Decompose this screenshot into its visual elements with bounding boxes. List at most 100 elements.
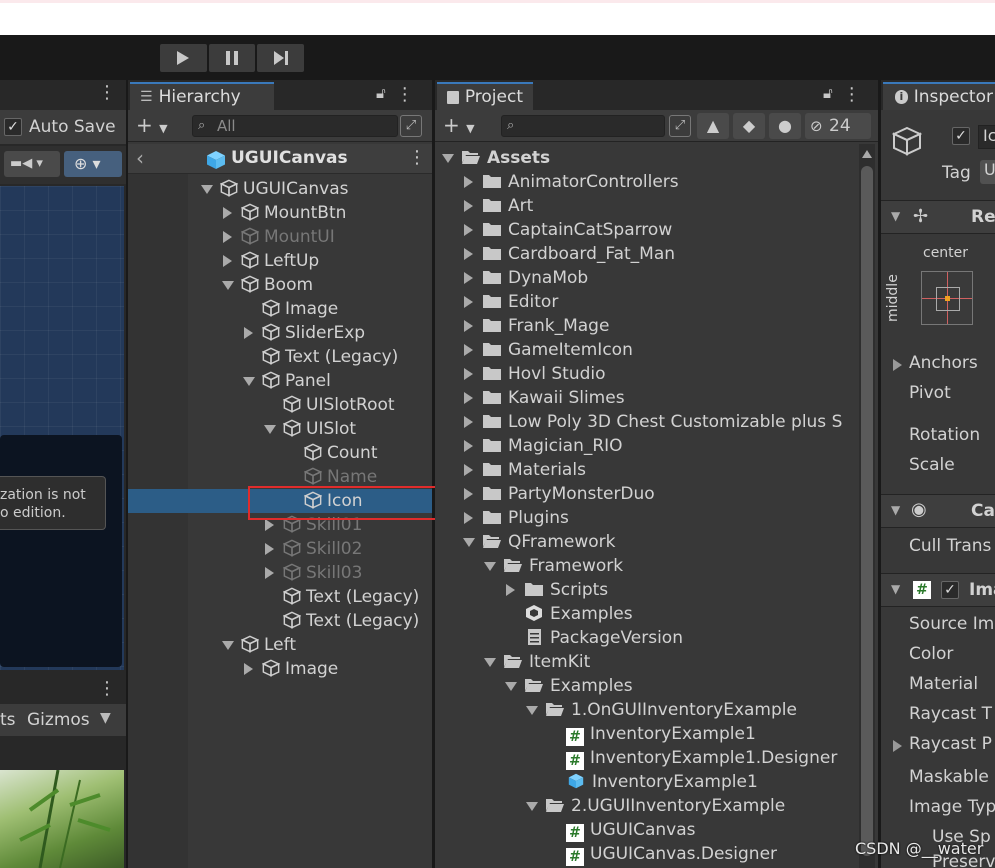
expand-arrow-icon[interactable] xyxy=(464,296,473,308)
filter-type-icon[interactable]: ▲ xyxy=(697,113,729,139)
expand-arrow-icon[interactable] xyxy=(265,519,274,531)
project-item[interactable]: # UGUICanvas xyxy=(566,818,695,842)
project-item[interactable]: Examples xyxy=(524,602,633,626)
hierarchy-search-input[interactable]: ⌕ All xyxy=(192,115,398,137)
game-view[interactable] xyxy=(0,770,124,868)
project-item[interactable]: Materials xyxy=(482,458,586,482)
project-item[interactable]: Framework xyxy=(503,554,623,578)
collapse-arrow-icon[interactable] xyxy=(484,562,496,571)
expand-arrow-icon[interactable] xyxy=(464,320,473,332)
collapse-arrow-icon[interactable] xyxy=(505,682,517,691)
expand-arrow-icon[interactable] xyxy=(464,224,473,236)
tag-dropdown[interactable]: U xyxy=(980,160,995,184)
hierarchy-menu-icon[interactable]: ⋮ xyxy=(396,84,414,105)
prefab-menu-icon[interactable]: ⋮ xyxy=(408,147,426,168)
hierarchy-item[interactable]: Image xyxy=(262,657,338,681)
project-item[interactable]: Plugins xyxy=(482,506,569,530)
project-item[interactable]: ItemKit xyxy=(503,650,590,674)
rect-transform-header[interactable]: ▼ ✢ Re xyxy=(881,200,995,234)
back-chevron-icon[interactable]: ‹ xyxy=(136,146,144,170)
project-item[interactable]: PartyMonsterDuo xyxy=(482,482,655,506)
play-button[interactable] xyxy=(160,44,207,72)
hierarchy-item[interactable]: MountBtn xyxy=(241,201,346,225)
expand-arrow-icon[interactable] xyxy=(265,567,274,579)
tab-hierarchy[interactable]: ☰ Hierarchy xyxy=(130,82,274,110)
hierarchy-item[interactable]: Text (Legacy) xyxy=(283,609,419,633)
expand-arrow-icon[interactable] xyxy=(464,272,473,284)
collapse-arrow-icon[interactable] xyxy=(222,281,234,290)
expand-arrow-icon[interactable] xyxy=(464,488,473,500)
expand-arrow-icon[interactable] xyxy=(464,512,473,524)
game-menu-icon[interactable]: ⋮ xyxy=(98,678,116,699)
hierarchy-item[interactable]: UISlotRoot xyxy=(283,393,395,417)
hierarchy-item[interactable]: Text (Legacy) xyxy=(262,345,398,369)
project-item[interactable]: # InventoryExample1.Designer xyxy=(566,746,837,770)
filter-label-icon[interactable]: ◆ xyxy=(733,113,765,139)
collapse-arrow-icon[interactable] xyxy=(264,425,276,434)
project-item[interactable]: PackageVersion xyxy=(524,626,683,650)
collapse-arrow-icon[interactable] xyxy=(442,154,454,163)
hierarchy-item[interactable]: Panel xyxy=(262,369,331,393)
tab-inspector[interactable]: i Inspector xyxy=(883,82,995,110)
expand-arrow-icon[interactable] xyxy=(223,255,232,267)
expand-arrow-icon[interactable] xyxy=(223,231,232,243)
hierarchy-item[interactable]: Count xyxy=(304,441,378,465)
hidden-packages-button[interactable]: ⊘ 24 xyxy=(805,113,871,139)
gizmos-dropdown-icon[interactable]: ▼ xyxy=(100,710,111,726)
hierarchy-item[interactable]: UGUICanvas xyxy=(220,177,348,201)
stats-button[interactable]: ts xyxy=(0,710,16,730)
expand-arrow-icon[interactable] xyxy=(464,248,473,260)
anchor-presets-button[interactable] xyxy=(921,271,973,325)
project-item[interactable]: # UGUICanvas.Designer xyxy=(566,842,777,866)
pause-button[interactable] xyxy=(208,44,256,72)
hierarchy-item[interactable]: Text (Legacy) xyxy=(283,585,419,609)
expand-arrow-icon[interactable] xyxy=(464,344,473,356)
project-item[interactable]: Cardboard_Fat_Man xyxy=(482,242,675,266)
expand-arrow-icon[interactable] xyxy=(506,584,515,596)
project-create-button[interactable]: + ▼ xyxy=(443,113,475,137)
collapse-arrow-icon[interactable] xyxy=(526,706,538,715)
hierarchy-item[interactable]: MountUI xyxy=(241,225,335,249)
expand-arrow-icon[interactable] xyxy=(244,327,253,339)
project-lock-icon[interactable]: 🔓︎ xyxy=(823,84,833,105)
project-item[interactable]: Editor xyxy=(482,290,558,314)
expand-arrow-icon[interactable] xyxy=(223,207,232,219)
hierarchy-item[interactable]: Skill02 xyxy=(283,537,362,561)
hierarchy-item[interactable]: Image xyxy=(262,297,338,321)
project-item[interactable]: Frank_Mage xyxy=(482,314,609,338)
project-item[interactable]: InventoryExample1 xyxy=(566,770,758,794)
create-button[interactable]: + ▼ xyxy=(136,113,168,137)
raycast-padding-expand-icon[interactable] xyxy=(893,740,902,752)
scene-menu-icon[interactable]: ⋮ xyxy=(98,82,116,103)
lock-icon[interactable]: 🔓︎ xyxy=(376,84,386,105)
search-expand-icon[interactable]: ⤢ xyxy=(669,115,691,137)
expand-arrow-icon[interactable] xyxy=(464,176,473,188)
expand-arrow-icon[interactable] xyxy=(464,416,473,428)
project-search-input[interactable]: ⌕ xyxy=(501,115,665,137)
collapse-arrow-icon[interactable] xyxy=(243,377,255,386)
camera-dropdown[interactable]: ▬◀ ▾ xyxy=(4,151,60,177)
filter-warning-icon[interactable]: ● xyxy=(769,113,801,139)
step-button[interactable] xyxy=(257,44,305,72)
image-enabled-checkbox[interactable]: ✓ xyxy=(941,581,959,599)
expand-arrow-icon[interactable] xyxy=(464,392,473,404)
collapse-arrow-icon[interactable] xyxy=(201,185,213,194)
project-item[interactable]: QFramework xyxy=(482,530,616,554)
project-item[interactable]: 1.OnGUIInventoryExample xyxy=(545,698,797,722)
project-item[interactable]: 2.UGUIInventoryExample xyxy=(545,794,785,818)
tab-project[interactable]: Project xyxy=(437,82,533,110)
hierarchy-item[interactable]: Skill03 xyxy=(283,561,362,585)
hierarchy-item[interactable]: UISlot xyxy=(283,417,356,441)
project-item[interactable]: Art xyxy=(482,194,533,218)
expand-arrow-icon[interactable] xyxy=(464,200,473,212)
expand-arrow-icon[interactable] xyxy=(464,464,473,476)
canvas-renderer-header[interactable]: ▼ ◉ Ca xyxy=(881,494,995,528)
expand-arrow-icon[interactable] xyxy=(464,440,473,452)
hierarchy-item[interactable]: LeftUp xyxy=(241,249,319,273)
collapse-arrow-icon[interactable] xyxy=(526,802,538,811)
collapse-arrow-icon[interactable] xyxy=(222,641,234,650)
hierarchy-item[interactable]: SliderExp xyxy=(262,321,365,345)
anchors-expand-icon[interactable] xyxy=(893,359,902,371)
auto-save-checkbox[interactable]: ✓ xyxy=(4,118,22,136)
project-menu-icon[interactable]: ⋮ xyxy=(843,84,861,105)
